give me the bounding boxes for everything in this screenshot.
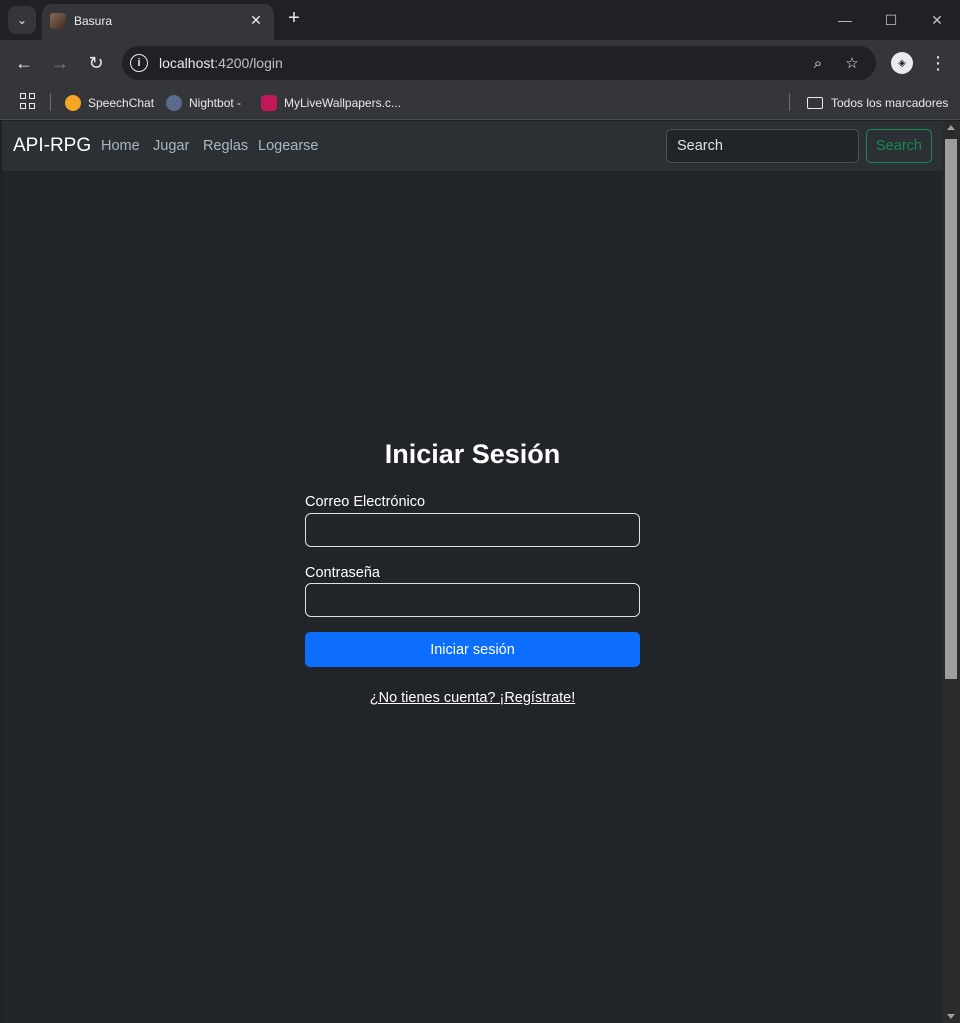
bookmark-label: SpeechChat: [88, 96, 155, 110]
nightbot-favicon-icon: [166, 95, 182, 111]
browser-window: ⌄ Basura ✕ + — ☐ ✕ ← → ↻ i localhost:420…: [0, 0, 960, 1023]
bookmark-speechchat[interactable]: SpeechChat: [65, 92, 154, 114]
close-window-icon[interactable]: ✕: [925, 8, 949, 32]
tab-title: Basura: [74, 14, 113, 28]
login-submit-button[interactable]: Iniciar sesión: [305, 632, 640, 667]
folder-icon: [807, 97, 823, 109]
nav-link-home[interactable]: Home: [101, 138, 140, 154]
email-field[interactable]: [305, 513, 640, 547]
navbar-brand[interactable]: API-RPG: [13, 135, 91, 157]
back-arrow-icon[interactable]: ←: [12, 51, 36, 75]
address-bar[interactable]: i localhost:4200/login ⌕ ☆: [122, 46, 876, 80]
reload-icon[interactable]: ↻: [84, 51, 108, 75]
forward-arrow-icon[interactable]: →: [48, 51, 72, 75]
browser-toolbar: ← → ↻ i localhost:4200/login ⌕ ☆ ◈ ⋮: [0, 40, 960, 86]
nav-link-reglas[interactable]: Reglas: [203, 138, 248, 154]
url-host: localhost: [159, 55, 215, 71]
scroll-down-arrow-icon[interactable]: [947, 1014, 955, 1019]
browser-menu-icon[interactable]: ⋮: [928, 52, 948, 74]
bookmarks-divider: [50, 93, 51, 111]
zoom-icon[interactable]: ⌕: [808, 53, 828, 73]
bookmark-label: Nightbot -: [189, 96, 242, 110]
navbar-search-input[interactable]: [666, 129, 859, 163]
password-label: Contraseña: [305, 565, 380, 581]
bookmark-label: MyLiveWallpapers.c...: [284, 96, 401, 110]
password-field[interactable]: [305, 583, 640, 617]
nav-link-logearse[interactable]: Logearse: [258, 138, 318, 154]
url-text[interactable]: localhost:4200/login: [159, 55, 283, 71]
page-scrollbar[interactable]: [943, 121, 960, 1023]
mylivewallpapers-favicon-icon: [261, 95, 277, 111]
tab-favicon-icon: [50, 13, 66, 29]
bookmarks-folder-all[interactable]: Todos los marcadores: [807, 92, 948, 114]
site-navbar: API-RPG Home Jugar Reglas Logearse Searc…: [2, 121, 943, 171]
nav-link-jugar[interactable]: Jugar: [153, 138, 189, 154]
extension-icon[interactable]: ◈: [891, 52, 913, 74]
bookmarks-divider: [789, 93, 790, 111]
bookmarks-bar: SpeechChat Nightbot - MyLiveWallpapers.c…: [0, 86, 960, 120]
bookmark-nightbot[interactable]: Nightbot -: [166, 92, 241, 114]
bookmarks-folder-label: Todos los marcadores: [831, 96, 949, 110]
email-label: Correo Electrónico: [305, 494, 426, 510]
scrollbar-thumb[interactable]: [945, 139, 957, 679]
login-title: Iniciar Sesión: [384, 439, 561, 469]
apps-grid-icon[interactable]: [20, 93, 36, 109]
scroll-up-arrow-icon[interactable]: [947, 125, 955, 130]
close-tab-icon[interactable]: ✕: [246, 10, 266, 30]
tab-strip: ⌄ Basura ✕ + — ☐ ✕: [0, 0, 960, 40]
tab-search-chevron-icon[interactable]: ⌄: [8, 6, 36, 34]
navbar-search-button[interactable]: Search: [866, 129, 932, 163]
minimize-icon[interactable]: —: [833, 8, 857, 32]
bookmark-mylivewallpapers[interactable]: MyLiveWallpapers.c...: [261, 92, 401, 114]
browser-tab[interactable]: Basura ✕: [42, 4, 274, 40]
register-link[interactable]: ¿No tienes cuenta? ¡Regístrate!: [2, 690, 943, 706]
url-path: :4200/login: [214, 55, 283, 71]
speechchat-favicon-icon: [65, 95, 81, 111]
bookmark-star-icon[interactable]: ☆: [842, 53, 862, 73]
maximize-icon[interactable]: ☐: [879, 8, 903, 32]
site-info-icon[interactable]: i: [130, 54, 148, 72]
page-viewport: API-RPG Home Jugar Reglas Logearse Searc…: [2, 121, 943, 1023]
new-tab-icon[interactable]: +: [284, 8, 304, 28]
